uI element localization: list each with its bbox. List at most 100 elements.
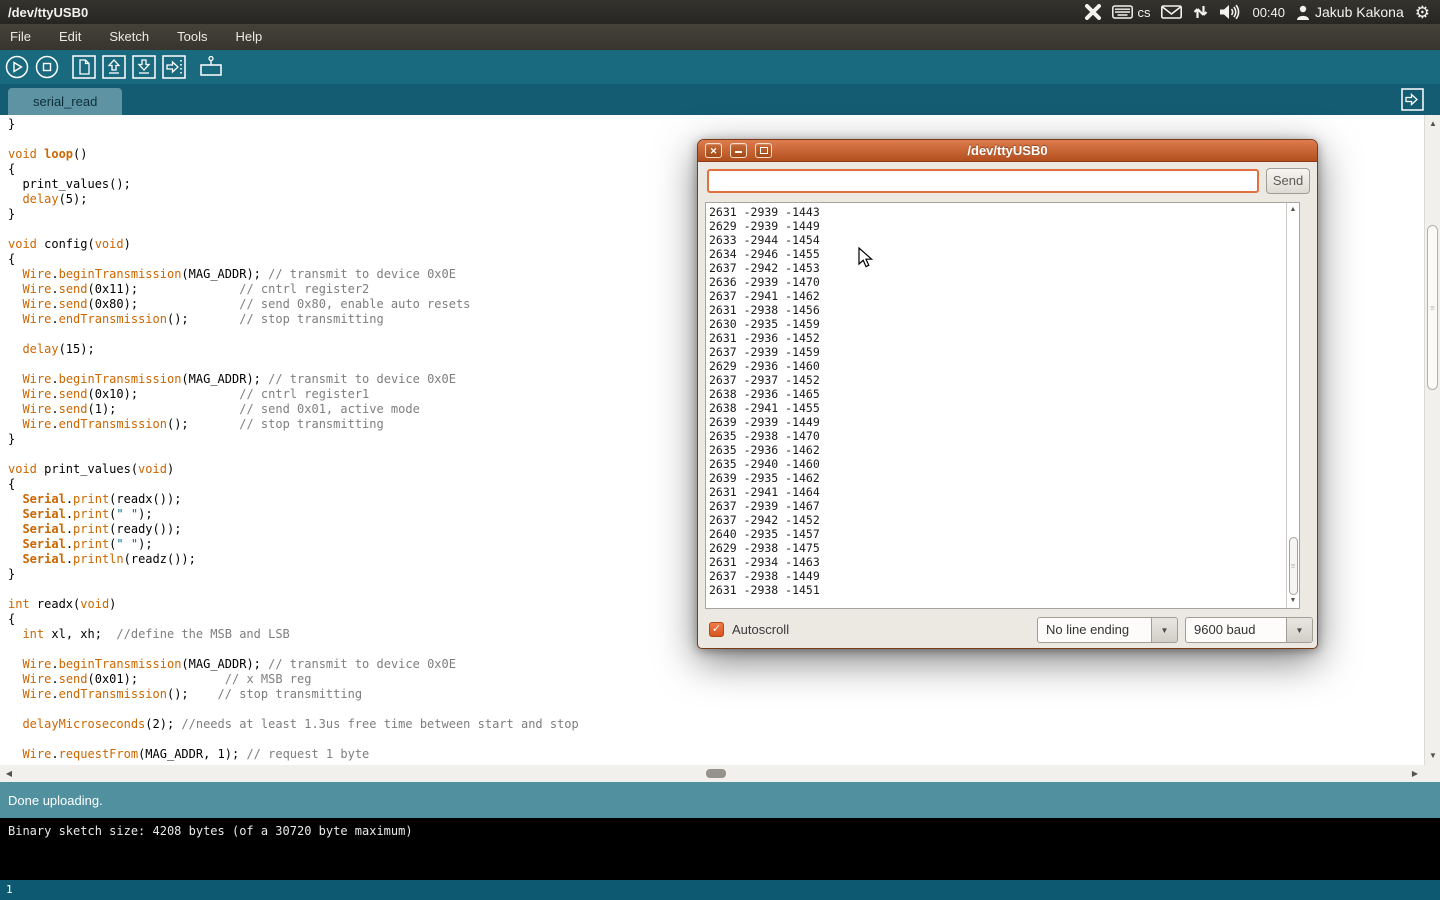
serial-line: 2635 -2938 -1470 (709, 429, 1299, 443)
menu-sketch[interactable]: Sketch (95, 24, 163, 50)
arrow-right-icon (162, 55, 186, 79)
code-line: } (8, 117, 1424, 132)
tab-strip: serial_read (0, 84, 1440, 115)
serial-line: 2638 -2941 -1455 (709, 401, 1299, 415)
send-button[interactable]: Send (1266, 168, 1310, 194)
scrollbar-corner (1424, 765, 1440, 782)
line-ending-dropdown[interactable]: No line ending ▼ (1037, 617, 1178, 643)
menu-tools[interactable]: Tools (163, 24, 221, 50)
serial-scroll-down-icon[interactable]: ▼ (1287, 595, 1299, 607)
serial-line: 2635 -2940 -1460 (709, 457, 1299, 471)
upload-button[interactable] (161, 54, 187, 80)
tab-serial-read[interactable]: serial_read (8, 88, 122, 115)
editor-hscroll-thumb[interactable] (706, 769, 726, 778)
scroll-down-icon[interactable]: ▼ (1425, 749, 1440, 763)
serial-line: 2631 -2934 -1463 (709, 555, 1299, 569)
serial-line: 2629 -2936 -1460 (709, 359, 1299, 373)
editor-horizontal-scrollbar[interactable]: ◀ ▶ (0, 765, 1424, 782)
new-sketch-button[interactable] (71, 54, 97, 80)
scroll-right-icon[interactable]: ▶ (1408, 765, 1422, 782)
serial-monitor-button[interactable] (198, 54, 224, 80)
serial-line: 2639 -2935 -1462 (709, 471, 1299, 485)
volume-icon[interactable] (1219, 4, 1241, 20)
serial-line: 2630 -2935 -1459 (709, 317, 1299, 331)
line-ending-value: No line ending (1038, 618, 1151, 642)
editor-vscroll-thumb[interactable]: ≡ (1427, 225, 1438, 390)
user-icon (1296, 5, 1310, 20)
menu-file[interactable]: File (0, 24, 45, 50)
tray-app-icon[interactable] (1085, 4, 1101, 20)
menu-edit[interactable]: Edit (45, 24, 95, 50)
close-icon[interactable]: ✕ (705, 143, 722, 158)
serial-window-title: /dev/ttyUSB0 (698, 140, 1317, 162)
serial-scroll-thumb[interactable]: ≡ (1289, 537, 1298, 595)
minimize-icon[interactable] (730, 143, 747, 158)
serial-window-titlebar[interactable]: /dev/ttyUSB0 ✕ (698, 140, 1317, 162)
serial-line: 2631 -2938 -1451 (709, 583, 1299, 597)
code-line: delayMicroseconds(2); //needs at least 1… (8, 717, 1424, 732)
menu-bar: File Edit Sketch Tools Help (0, 24, 1440, 50)
maximize-icon[interactable] (755, 143, 772, 158)
toolbar (0, 50, 1440, 84)
serial-monitor-icon (198, 55, 224, 79)
serial-line: 2637 -2942 -1452 (709, 513, 1299, 527)
check-icon: ✓ (712, 623, 721, 635)
mouse-cursor (858, 247, 875, 269)
serial-line: 2634 -2946 -1455 (709, 247, 1299, 261)
serial-output-area[interactable]: 2631 -2939 -14432629 -2939 -14492633 -29… (705, 202, 1300, 609)
build-console: Binary sketch size: 4208 bytes (of a 307… (0, 818, 1440, 880)
editor-vertical-scrollbar[interactable]: ▲ ≡ ▼ (1424, 115, 1440, 765)
serial-line: 2637 -2939 -1467 (709, 499, 1299, 513)
keyboard-layout-indicator[interactable]: cs (1112, 5, 1150, 20)
serial-scroll-up-icon[interactable]: ▲ (1287, 204, 1299, 216)
baud-rate-dropdown[interactable]: 9600 baud ▼ (1185, 617, 1313, 643)
serial-input[interactable] (707, 169, 1259, 193)
serial-line: 2637 -2937 -1452 (709, 373, 1299, 387)
open-sketch-button[interactable] (101, 54, 127, 80)
autoscroll-checkbox[interactable]: ✓ (709, 622, 724, 637)
session-gear-icon[interactable]: ⚙ (1415, 4, 1430, 21)
serial-line: 2631 -2939 -1443 (709, 205, 1299, 219)
serial-scrollbar[interactable]: ▲ ≡ ▼ (1286, 203, 1299, 608)
serial-line: 2631 -2941 -1464 (709, 485, 1299, 499)
save-sketch-button[interactable] (131, 54, 157, 80)
stop-circle-icon (34, 54, 60, 80)
line-number-bar: 1 (0, 880, 1440, 900)
scroll-left-icon[interactable]: ◀ (2, 765, 16, 782)
keyboard-icon (1112, 5, 1133, 19)
clock[interactable]: 00:40 (1252, 5, 1285, 20)
serial-line: 2637 -2941 -1462 (709, 289, 1299, 303)
play-circle-icon (4, 54, 30, 80)
serial-line: 2631 -2936 -1452 (709, 331, 1299, 345)
chevron-down-icon[interactable]: ▼ (1151, 618, 1177, 642)
serial-line: 2629 -2938 -1475 (709, 541, 1299, 555)
new-tab-icon[interactable] (1401, 88, 1424, 111)
scroll-up-icon[interactable]: ▲ (1425, 117, 1440, 131)
verify-button[interactable] (4, 54, 30, 80)
code-line (8, 702, 1424, 717)
stop-button[interactable] (34, 54, 60, 80)
serial-line: 2639 -2939 -1449 (709, 415, 1299, 429)
arrow-up-icon (102, 55, 126, 79)
network-updown-icon[interactable] (1193, 4, 1208, 20)
serial-line: 2640 -2935 -1457 (709, 527, 1299, 541)
serial-line: 2633 -2944 -1454 (709, 233, 1299, 247)
chevron-down-icon[interactable]: ▼ (1286, 618, 1312, 642)
serial-line: 2637 -2939 -1459 (709, 345, 1299, 359)
console-line: Binary sketch size: 4208 bytes (of a 307… (8, 824, 413, 838)
system-panel: /dev/ttyUSB0 cs 00:40 Jakub Kakona ⚙ (0, 0, 1440, 24)
serial-line: 2631 -2938 -1456 (709, 303, 1299, 317)
user-menu[interactable]: Jakub Kakona (1296, 4, 1404, 20)
serial-line: 2637 -2942 -1453 (709, 261, 1299, 275)
mail-icon[interactable] (1161, 5, 1182, 19)
code-line: Wire.send(0x01); // x MSB reg (8, 672, 1424, 687)
keyboard-layout-label: cs (1137, 5, 1150, 20)
serial-output-lines: 2631 -2939 -14432629 -2939 -14492633 -29… (706, 203, 1299, 597)
serial-line: 2637 -2938 -1449 (709, 569, 1299, 583)
new-file-icon (72, 55, 96, 79)
autoscroll-label: Autoscroll (732, 622, 789, 637)
code-line (8, 732, 1424, 747)
serial-line: 2638 -2936 -1465 (709, 387, 1299, 401)
menu-help[interactable]: Help (221, 24, 276, 50)
code-line: Wire.beginTransmission(MAG_ADDR); // tra… (8, 657, 1424, 672)
